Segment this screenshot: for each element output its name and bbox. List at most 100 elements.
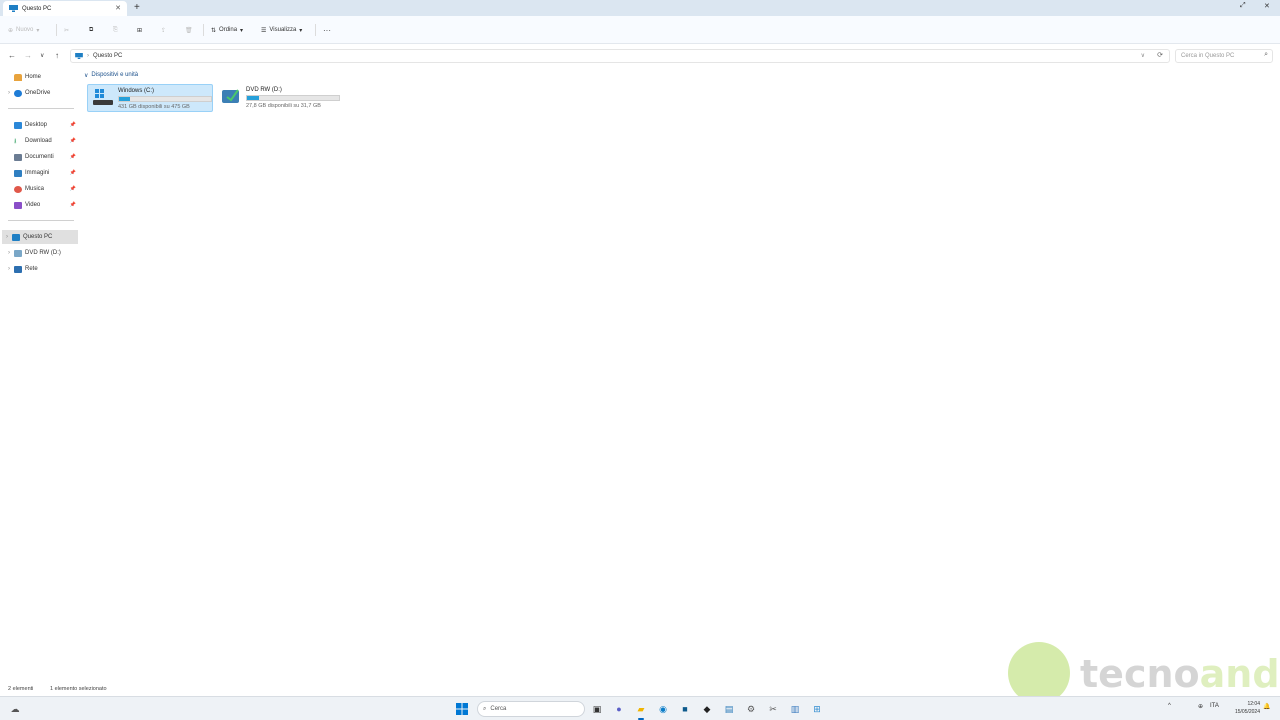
pin-icon[interactable]: 📌	[70, 186, 76, 192]
chat-icon[interactable]: ●	[612, 702, 626, 716]
file-explorer-icon[interactable]: ▰	[634, 702, 648, 720]
up-arrow-icon[interactable]: ↑	[55, 51, 59, 60]
pc-icon	[9, 5, 18, 12]
store-icon[interactable]: ■	[678, 702, 692, 716]
network-app-icon[interactable]: ⊞	[810, 702, 824, 716]
group-header[interactable]: ∨ Dispositivi e unità	[84, 72, 138, 79]
sidebar-item-music[interactable]: Musica 📌	[4, 182, 78, 196]
paste-button[interactable]: ⎘	[113, 25, 118, 35]
sidebar-item-this-pc[interactable]: › Questo PC	[2, 230, 78, 244]
new-button[interactable]: ⊕ Nuovo ▾	[8, 25, 39, 35]
edge-icon[interactable]: ◉	[656, 702, 670, 716]
rename-button[interactable]: ⊞	[137, 25, 142, 35]
back-arrow-icon[interactable]: ←	[8, 51, 16, 60]
minimize-icon[interactable]: ⤢	[1240, 2, 1246, 10]
clock[interactable]: 12:04 15/05/2024	[1226, 700, 1260, 716]
copy-button[interactable]: ⧉	[89, 25, 93, 35]
search-icon: ⌕	[483, 705, 487, 712]
sort-button[interactable]: ⇅ Ordina ▾	[211, 25, 243, 35]
refresh-icon[interactable]: ⟳	[1157, 51, 1163, 59]
delete-button[interactable]: 🗑	[185, 25, 193, 35]
tray-chevron-icon[interactable]: ^	[1168, 703, 1171, 709]
more-options-button[interactable]: ···	[323, 25, 331, 35]
weather-icon[interactable]: ☁	[8, 702, 22, 716]
close-window-icon[interactable]: ✕	[1264, 2, 1270, 10]
chevron-down-icon: ▾	[36, 27, 40, 34]
selection-info: 1 elemento selezionato	[50, 686, 107, 692]
settings-icon[interactable]: ⚙	[744, 702, 758, 716]
taskbar: ☁ ⌕ Cerca ▣ ● ▰ ◉ ■ ◆ ▤ ⚙ ✂ ▥ ⊞ ^ ⊕ ITA …	[0, 696, 1280, 720]
windows-logo-icon	[456, 703, 468, 715]
app-icon[interactable]: ◆	[700, 702, 714, 716]
pin-icon[interactable]: 📌	[70, 170, 76, 176]
documents-icon	[14, 153, 22, 161]
tab-title: Questo PC	[22, 5, 52, 12]
breadcrumb[interactable]: Questo PC	[93, 53, 122, 59]
chevron-right-icon[interactable]: ›	[4, 90, 14, 96]
pin-icon[interactable]: 📌	[70, 138, 76, 144]
sidebar-item-pictures[interactable]: Immagini 📌	[4, 166, 78, 180]
task-manager-icon[interactable]: ▥	[788, 702, 802, 716]
music-icon	[14, 185, 22, 193]
divider	[315, 24, 316, 36]
pc-icon	[12, 233, 20, 241]
sidebar-item-download[interactable]: ⭳ Download 📌	[4, 134, 78, 148]
start-button[interactable]	[455, 702, 469, 716]
notification-icon[interactable]: 🔔	[1263, 703, 1270, 710]
sidebar-item-documents[interactable]: Documenti 📌	[4, 150, 78, 164]
sidebar-item-home[interactable]: Home	[4, 70, 78, 84]
sidebar-item-label: Download	[25, 138, 52, 144]
sidebar-item-desktop[interactable]: Desktop 📌	[4, 118, 78, 132]
share-button[interactable]: ⇪	[161, 25, 166, 35]
task-view-icon[interactable]: ▣	[590, 702, 604, 716]
taskbar-search[interactable]: ⌕ Cerca	[477, 701, 585, 717]
pin-icon[interactable]: 📌	[70, 154, 76, 160]
pc-icon	[75, 53, 83, 59]
sidebar-item-label: Immagini	[25, 170, 50, 176]
close-tab-icon[interactable]: ✕	[115, 4, 121, 12]
tab-questo-pc[interactable]: Questo PC ✕	[3, 1, 127, 16]
divider	[56, 24, 57, 36]
chevron-right-icon[interactable]: ›	[4, 266, 14, 272]
home-icon	[14, 73, 22, 81]
search-icon: ⌕	[1264, 51, 1268, 58]
content-pane: ∨ Dispositivi e unità Windows (C:) 431 G…	[82, 68, 1280, 683]
new-label: Nuovo	[16, 27, 34, 33]
snipping-tool-icon[interactable]: ✂	[766, 702, 780, 716]
address-dropdown-icon[interactable]: ∨	[1141, 52, 1145, 59]
cloud-icon	[14, 89, 22, 97]
remote-desktop-icon[interactable]: ▤	[722, 702, 736, 716]
copy-icon: ⧉	[89, 26, 94, 33]
search-input[interactable]: Cerca in Questo PC ⌕	[1175, 49, 1273, 63]
network-status-icon[interactable]: ⊕	[1198, 703, 1203, 710]
sidebar-item-onedrive[interactable]: › OneDrive	[4, 86, 78, 100]
new-tab-button[interactable]: +	[134, 2, 140, 13]
dvd-icon	[14, 249, 22, 257]
pin-icon[interactable]: 📌	[70, 122, 76, 128]
sidebar-item-label: Desktop	[25, 122, 48, 128]
sidebar-item-dvd[interactable]: › DVD RW (D:)	[4, 246, 78, 260]
forward-arrow-icon[interactable]: →	[24, 51, 32, 60]
recent-chevron-icon[interactable]: ∨	[40, 52, 44, 59]
items-count: 2 elementi	[8, 686, 34, 692]
drive-tile-c[interactable]: Windows (C:) 431 GB disponibili su 475 G…	[87, 84, 213, 112]
sidebar-item-video[interactable]: Video 📌	[4, 198, 78, 212]
search-placeholder: Cerca in Questo PC	[1181, 53, 1235, 59]
drive-space-info: 431 GB disponibili su 475 GB	[118, 104, 190, 110]
sidebar-item-network[interactable]: › Rete	[4, 262, 78, 276]
windows-drive-icon	[93, 89, 113, 105]
title-bar: Questo PC ✕ + ⤢ ✕	[0, 0, 1280, 16]
clock-date: 15/05/2024	[1234, 709, 1260, 715]
cut-button[interactable]: ✂	[64, 25, 69, 35]
language-indicator[interactable]: ITA	[1210, 703, 1219, 709]
command-bar: ⊕ Nuovo ▾ ✂ ⧉ ⎘ ⊞ ⇪ 🗑 ⇅ Ordina ▾ ☰ Visua…	[0, 16, 1280, 44]
download-icon: ⭳	[14, 137, 17, 145]
drive-name: DVD RW (D:)	[246, 87, 282, 93]
drive-tile-d[interactable]: DVD RW (D:) 27,8 GB disponibili su 31,7 …	[216, 84, 342, 112]
view-button[interactable]: ☰ Visualizza ▾	[261, 25, 302, 35]
pin-icon[interactable]: 📌	[70, 202, 76, 208]
chevron-right-icon[interactable]: ›	[2, 234, 12, 240]
status-bar: 2 elementi 1 elemento selezionato	[0, 684, 1280, 696]
address-input[interactable]: › Questo PC ∨ ⟳	[70, 49, 1170, 63]
chevron-right-icon[interactable]: ›	[4, 250, 14, 256]
